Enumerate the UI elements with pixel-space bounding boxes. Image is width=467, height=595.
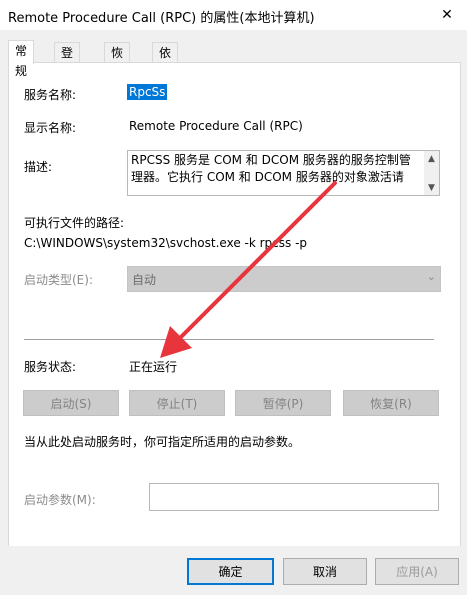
pause-button[interactable]: 暂停(P) — [235, 390, 331, 416]
display-name-label: 显示名称: — [24, 121, 77, 135]
scroll-down-icon[interactable]: ▼ — [424, 180, 439, 195]
chevron-down-icon: ⌄ — [426, 270, 436, 283]
description-text: RPCSS 服务是 COM 和 DCOM 服务器的服务控制管理器。它执行 COM… — [131, 153, 411, 184]
startup-params-hint: 当从此处启动服务时，你可指定所适用的启动参数。 — [24, 435, 301, 449]
description-box[interactable]: RPCSS 服务是 COM 和 DCOM 服务器的服务控制管理器。它执行 COM… — [127, 150, 440, 196]
apply-button[interactable]: 应用(A) — [375, 558, 459, 585]
path-label: 可执行文件的路径: — [24, 216, 125, 230]
status-label: 服务状态: — [24, 360, 77, 374]
startup-type-select[interactable]: 自动 ⌄ — [127, 266, 441, 292]
display-name-value[interactable]: Remote Procedure Call (RPC) — [129, 119, 303, 133]
cancel-button[interactable]: 取消 — [283, 558, 367, 585]
tab-general[interactable]: 常规 — [8, 40, 35, 78]
description-scrollbar[interactable]: ▲ ▼ — [424, 151, 439, 195]
service-properties-dialog: Remote Procedure Call (RPC) 的属性(本地计算机) ✕… — [0, 0, 467, 595]
tab-logon[interactable]: 登录 — [54, 42, 81, 80]
description-label: 描述: — [24, 160, 53, 174]
startup-type-value: 自动 — [132, 273, 157, 287]
startup-params-input[interactable] — [149, 483, 439, 511]
title-bar: Remote Procedure Call (RPC) 的属性(本地计算机) ✕ — [0, 0, 467, 30]
ok-button[interactable]: 确定 — [187, 558, 274, 585]
tab-recovery[interactable]: 恢复 — [104, 42, 131, 80]
start-button[interactable]: 启动(S) — [23, 390, 119, 416]
tab-dependencies[interactable]: 依存关系 — [152, 42, 179, 120]
scroll-up-icon[interactable]: ▲ — [424, 151, 439, 166]
path-value[interactable]: C:\WINDOWS\system32\svchost.exe -k rpcss… — [24, 236, 307, 250]
stop-button[interactable]: 停止(T) — [129, 390, 225, 416]
service-name-value[interactable]: RpcSs — [127, 84, 168, 100]
service-name-label: 服务名称: — [24, 88, 77, 102]
resume-button[interactable]: 恢复(R) — [343, 390, 439, 416]
separator — [24, 339, 434, 340]
status-value: 正在运行 — [129, 360, 178, 374]
window-title: Remote Procedure Call (RPC) 的属性(本地计算机) — [8, 11, 315, 26]
close-icon[interactable]: ✕ — [427, 0, 467, 30]
startup-type-label: 启动类型(E): — [24, 273, 93, 287]
startup-params-label: 启动参数(M): — [24, 493, 96, 507]
